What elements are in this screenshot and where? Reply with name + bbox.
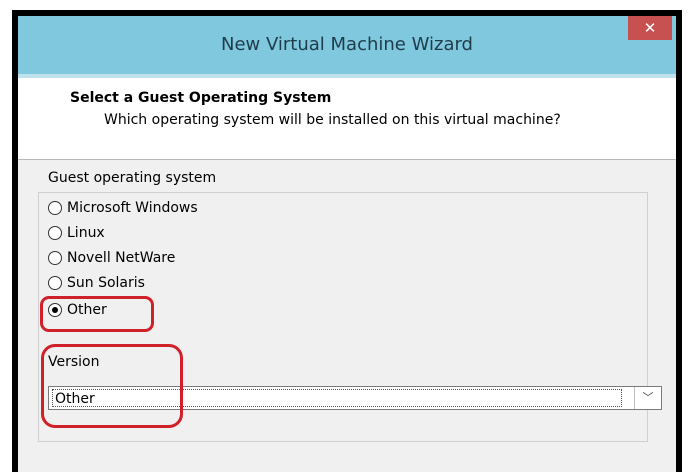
page-title: Select a Guest Operating System — [70, 90, 332, 106]
version-selected-value: Other — [52, 389, 622, 407]
title-bar[interactable]: New Virtual Machine Wizard ✕ — [18, 16, 676, 74]
page-subtitle: Which operating system will be installed… — [104, 112, 561, 128]
close-icon: ✕ — [643, 19, 657, 37]
radio-label: Other — [67, 302, 107, 318]
version-label: Version — [48, 354, 100, 370]
window-title: New Virtual Machine Wizard — [221, 34, 473, 55]
chevron-down-icon[interactable]: ﹀ — [634, 387, 661, 409]
radio-label: Microsoft Windows — [67, 200, 198, 216]
radio-novell-netware[interactable]: Novell NetWare — [48, 248, 175, 268]
radio-button-icon[interactable] — [48, 276, 62, 290]
close-button[interactable]: ✕ — [628, 16, 672, 40]
radio-microsoft-windows[interactable]: Microsoft Windows — [48, 198, 198, 218]
radio-sun-solaris[interactable]: Sun Solaris — [48, 273, 145, 293]
radio-button-icon[interactable] — [48, 226, 62, 240]
wizard-window: New Virtual Machine Wizard ✕ Select a Gu… — [12, 10, 682, 472]
radio-label: Sun Solaris — [67, 275, 145, 291]
radio-linux[interactable]: Linux — [48, 223, 105, 243]
radio-button-icon[interactable] — [48, 201, 62, 215]
radio-other[interactable]: Other — [48, 300, 107, 320]
radio-button-selected-icon[interactable] — [48, 303, 62, 317]
guest-os-legend: Guest operating system — [44, 170, 221, 186]
version-dropdown[interactable]: Other ﹀ — [48, 386, 662, 410]
radio-label: Novell NetWare — [67, 250, 176, 266]
radio-label: Linux — [67, 225, 105, 241]
radio-button-icon[interactable] — [48, 251, 62, 265]
wizard-header: Select a Guest Operating System Which op… — [18, 74, 676, 160]
